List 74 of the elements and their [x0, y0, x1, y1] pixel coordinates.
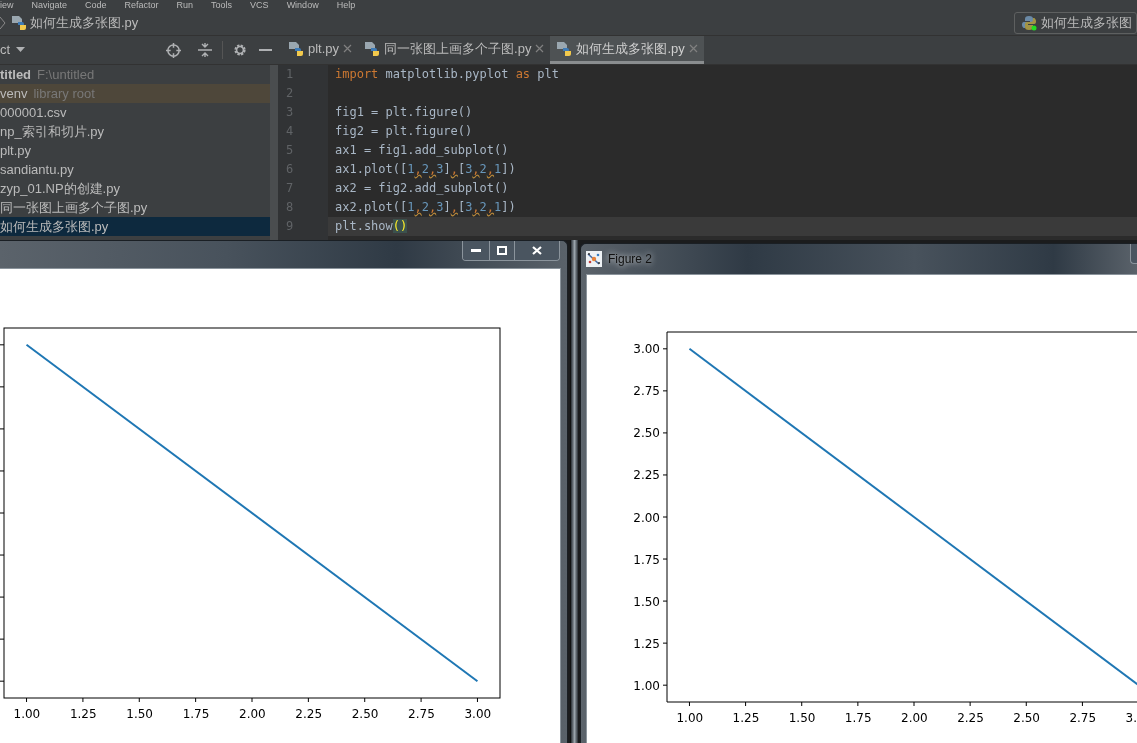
settings-icon[interactable] [233, 43, 247, 57]
tick-label: 3. [1125, 711, 1137, 725]
tick-label: 1.00 [633, 678, 660, 693]
menu-item[interactable]: Help [336, 0, 356, 10]
collapse-icon[interactable] [198, 43, 212, 57]
maximize-button[interactable] [490, 241, 515, 260]
tree-item[interactable]: titled F:\untitled [0, 65, 270, 84]
tick-label: 1.75 [182, 707, 210, 721]
locate-icon[interactable] [166, 42, 181, 58]
tick-label: 2.75 [408, 707, 435, 721]
menu-item[interactable]: Navigate [31, 0, 68, 10]
menu-item[interactable]: Refactor [124, 0, 159, 10]
python-file-icon [364, 40, 381, 57]
tick-label: 1.25 [633, 636, 660, 651]
tick-label: 2.00 [239, 707, 266, 721]
tick-label: 1.00 [13, 707, 41, 721]
window-title: Figure 2 [608, 251, 653, 268]
tick-label: 2.00 [901, 711, 928, 725]
python-file-icon [556, 40, 573, 57]
panel-title[interactable]: ct [0, 40, 11, 60]
editor-tab[interactable]: 如何生成多张图.py [550, 36, 704, 64]
tick-label: 2.50 [1013, 711, 1040, 725]
breadcrumb-item[interactable]: 如何生成多张图.py [30, 12, 139, 33]
menu-item[interactable]: Window [286, 0, 319, 10]
tree-item[interactable]: plt.py [0, 141, 270, 160]
minimize-button[interactable] [463, 241, 490, 260]
dropdown-icon[interactable] [16, 47, 26, 53]
tick-label: 2.75 [633, 384, 660, 399]
python-icon [1021, 14, 1037, 31]
tick-label: 3.00 [464, 707, 492, 721]
tick-label: 1.75 [633, 552, 660, 567]
tree-item[interactable]: venv library root [0, 84, 270, 103]
tick-label: 1.25 [69, 707, 97, 721]
tick-label: 2.00 [633, 510, 660, 525]
python-file-icon [11, 14, 27, 31]
tick-label: 2.50 [351, 707, 379, 721]
close-icon[interactable] [535, 44, 545, 53]
scrollbar[interactable] [270, 65, 278, 240]
app-icon [586, 251, 602, 267]
tick-label: 2.25 [633, 468, 660, 483]
menu-item[interactable]: Run [176, 0, 194, 10]
tick-label: 1.75 [844, 711, 872, 725]
menu-item[interactable]: iew [0, 0, 14, 10]
tree-item[interactable]: 000001.csv [0, 103, 270, 122]
tick-label: 2.25 [957, 711, 984, 725]
editor-tab[interactable]: plt.py [282, 36, 359, 64]
tick-label: 1.50 [633, 594, 660, 609]
tick-label: 1.25 [732, 711, 760, 725]
tree-item[interactable]: zyp_01.NP的创建.py [0, 179, 270, 198]
menu-item[interactable]: Tools [211, 0, 233, 10]
tick-label: 3.00 [633, 342, 660, 357]
editor-tab[interactable]: 同一张图上画多个子图.py [358, 36, 551, 64]
menu-item[interactable]: VCS [250, 0, 269, 10]
minimize-icon [471, 248, 481, 253]
chevron-icon [0, 15, 6, 30]
tick-label: 1.50 [126, 707, 153, 721]
tree-item[interactable]: sandiantu.py [0, 160, 270, 179]
tree-item[interactable]: 同一张图上画多个子图.py [0, 198, 270, 217]
menu-item[interactable]: Code [85, 0, 107, 10]
maximize-icon [497, 246, 507, 255]
tick-label: 2.75 [1069, 711, 1097, 725]
tree-item[interactable]: np_索引和切片.py [0, 122, 270, 141]
tick-label: 1.00 [676, 711, 704, 725]
close-button[interactable] [515, 241, 559, 260]
tick-label: 2.50 [633, 426, 660, 441]
run-configuration-button[interactable]: 如何生成多张图 [1014, 11, 1137, 34]
tick-label: 2.25 [295, 707, 323, 721]
minimize-icon[interactable] [259, 48, 272, 52]
python-file-icon [288, 40, 304, 57]
tick-label: 1.50 [788, 711, 816, 725]
window-button[interactable] [1130, 244, 1137, 264]
close-icon [532, 246, 542, 255]
close-icon[interactable] [343, 44, 353, 53]
tree-item[interactable]: 如何生成多张图.py [0, 217, 270, 236]
